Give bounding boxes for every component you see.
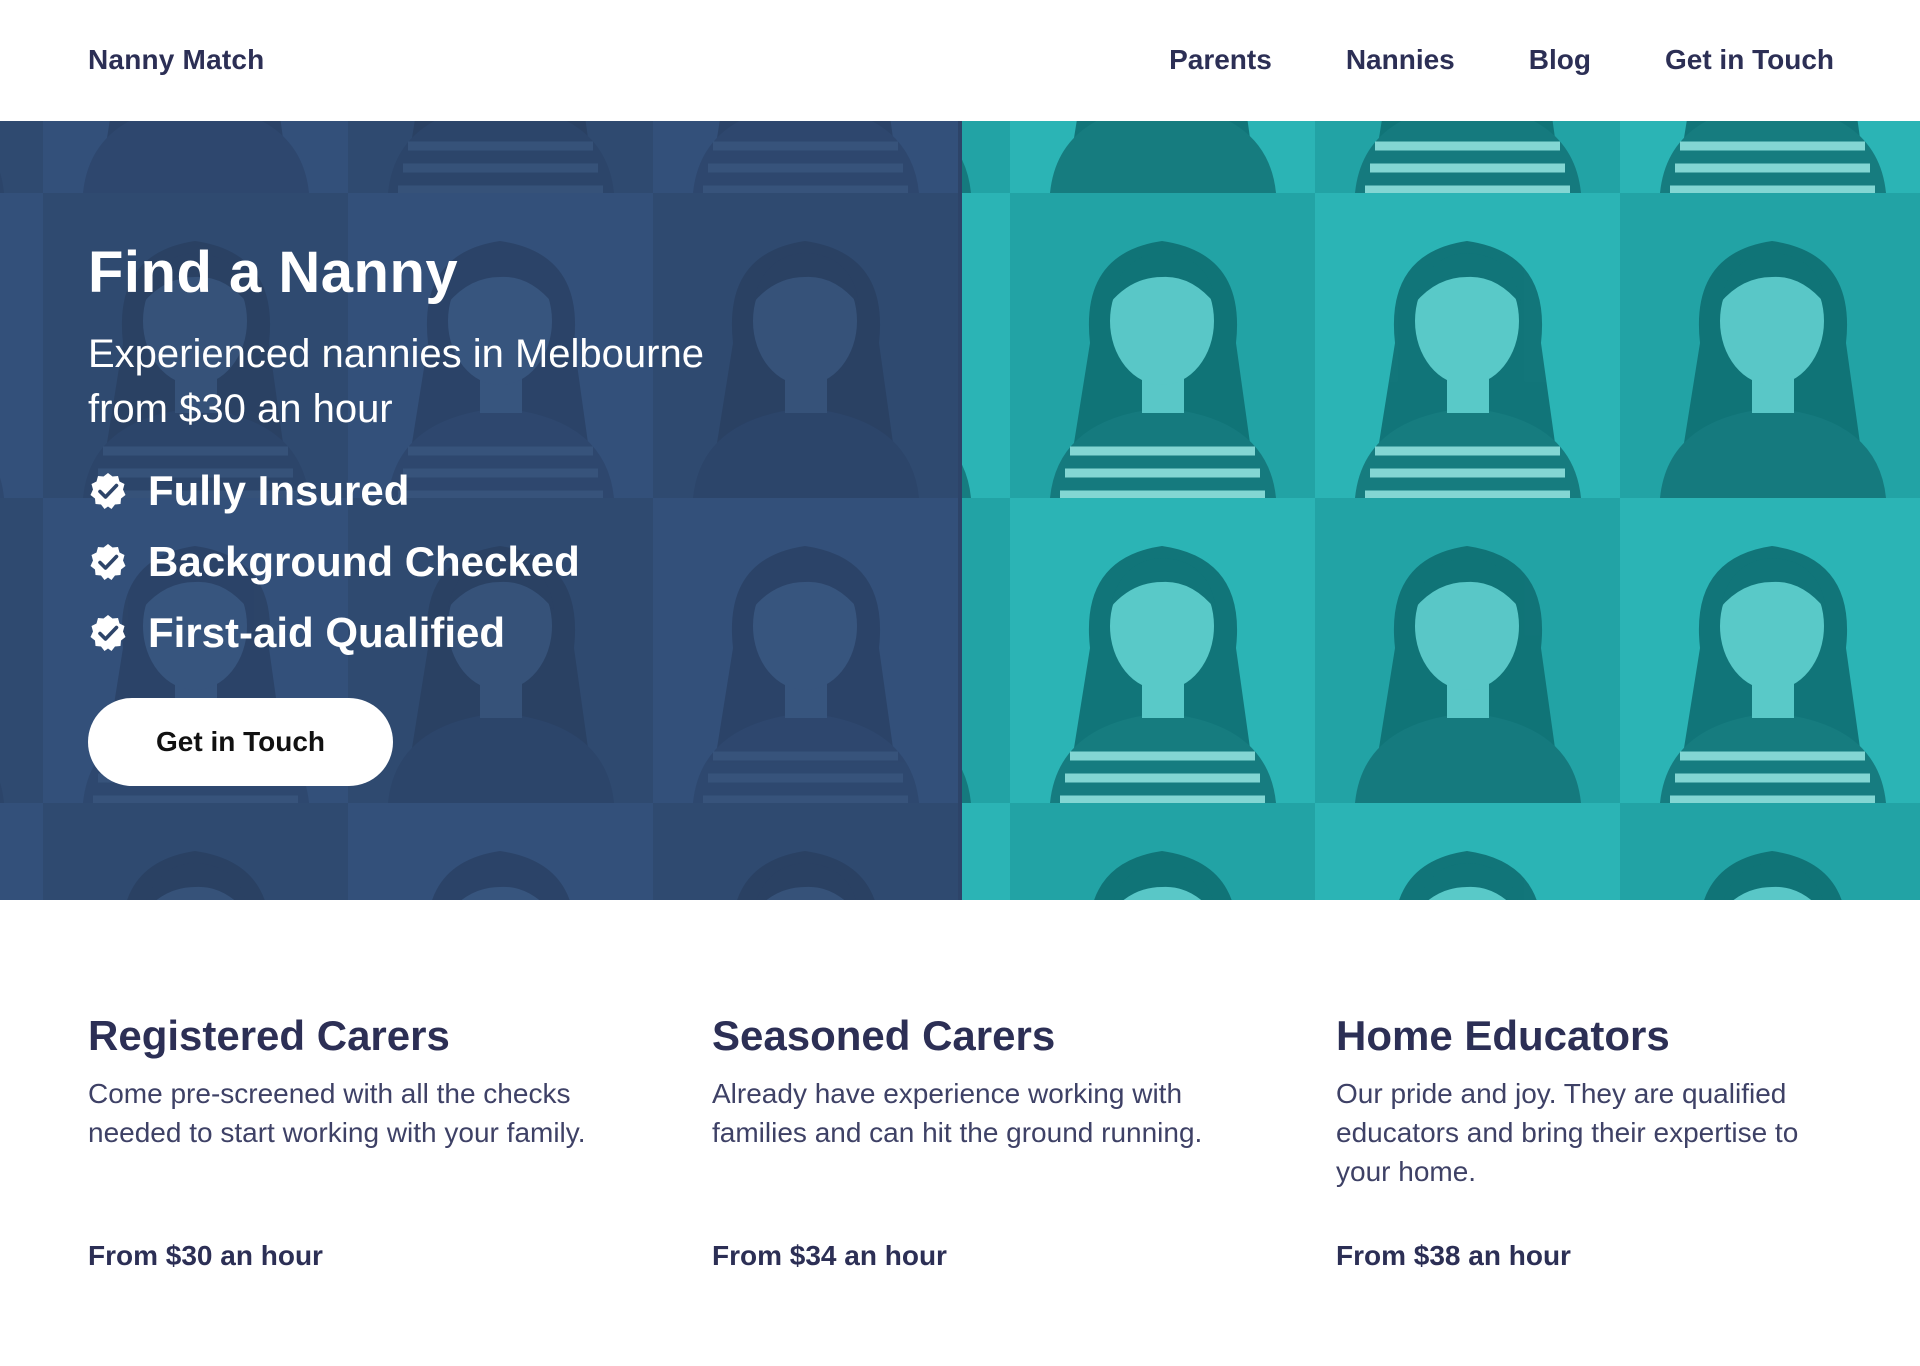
portrait-tile — [1010, 498, 1315, 803]
portrait-tile — [1620, 803, 1920, 900]
card-description: Our pride and joy. They are qualified ed… — [1336, 1078, 1799, 1187]
nav-item-get-in-touch[interactable]: Get in Touch — [1665, 44, 1834, 76]
card-title: Registered Carers — [88, 1012, 450, 1059]
portrait-tile — [962, 803, 1010, 900]
portrait-tile — [0, 498, 43, 803]
card-price: From $30 an hour — [88, 1240, 323, 1271]
nav-item-nannies[interactable]: Nannies — [1346, 44, 1455, 76]
portrait-tile — [43, 803, 348, 900]
portrait-tile — [1620, 121, 1920, 193]
feature-label: Fully Insured — [148, 466, 410, 514]
portrait-tile — [1315, 121, 1620, 193]
feature-item: Fully Insured — [88, 455, 708, 526]
card-title: Home Educators — [1336, 1012, 1670, 1059]
card-price: From $38 an hour — [1336, 1240, 1571, 1271]
card-home-educators: Home Educators Our pride and joy. They a… — [1336, 1010, 1856, 1271]
get-in-touch-button[interactable]: Get in Touch — [88, 698, 393, 786]
portrait-tile — [43, 121, 348, 193]
portrait-tile — [1315, 803, 1620, 900]
feature-item: First-aid Qualified — [88, 597, 708, 668]
portrait-tile — [1620, 498, 1920, 803]
card-price: From $34 an hour — [712, 1240, 947, 1271]
hero-title: Find a Nanny — [88, 240, 459, 305]
portrait-tile — [348, 121, 653, 193]
portrait-tile — [0, 193, 43, 498]
nav-item-parents[interactable]: Parents — [1169, 44, 1272, 76]
portrait-tile — [962, 193, 1010, 498]
site-header: Nanny Match Parents Nannies Blog Get in … — [0, 0, 1920, 121]
card-seasoned-carers: Seasoned Carers Already have experience … — [712, 1010, 1232, 1271]
portrait-tile — [0, 121, 43, 193]
card-registered-carers: Registered Carers Come pre-screened with… — [88, 1010, 608, 1271]
portrait-tile — [1315, 498, 1620, 803]
portrait-tile — [962, 121, 1010, 193]
verified-check-icon — [90, 472, 126, 509]
hero-section: Find a Nanny Experienced nannies in Melb… — [0, 121, 1920, 900]
portrait-tile — [653, 803, 958, 900]
feature-label: Background Checked — [148, 537, 580, 585]
hero-content: Find a Nanny Experienced nannies in Melb… — [88, 241, 708, 786]
card-description: Come pre-screened with all the checks ne… — [88, 1078, 586, 1148]
feature-item: Background Checked — [88, 526, 708, 597]
feature-list: Fully Insured Background Checked First-a… — [88, 455, 708, 668]
portrait-tile — [1010, 121, 1315, 193]
site-logo[interactable]: Nanny Match — [88, 44, 264, 76]
portrait-tile — [0, 803, 43, 900]
portrait-tile — [1010, 193, 1315, 498]
main-nav: Parents Nannies Blog Get in Touch — [1169, 44, 1834, 76]
card-title: Seasoned Carers — [712, 1012, 1056, 1059]
feature-label: First-aid Qualified — [148, 608, 506, 656]
hero-portrait-grid — [962, 121, 1920, 900]
nav-item-blog[interactable]: Blog — [1529, 44, 1591, 76]
portrait-tile — [1315, 193, 1620, 498]
verified-check-icon — [90, 614, 126, 651]
card-description: Already have experience working with fam… — [712, 1078, 1203, 1148]
portrait-tile — [348, 803, 653, 900]
hero-subtitle: Experienced nannies in Melbourne from $3… — [88, 332, 704, 431]
portrait-tile — [962, 498, 1010, 803]
verified-check-icon — [90, 543, 126, 580]
portrait-tile — [653, 121, 958, 193]
portrait-tile — [1010, 803, 1315, 900]
portrait-tile — [1620, 193, 1920, 498]
